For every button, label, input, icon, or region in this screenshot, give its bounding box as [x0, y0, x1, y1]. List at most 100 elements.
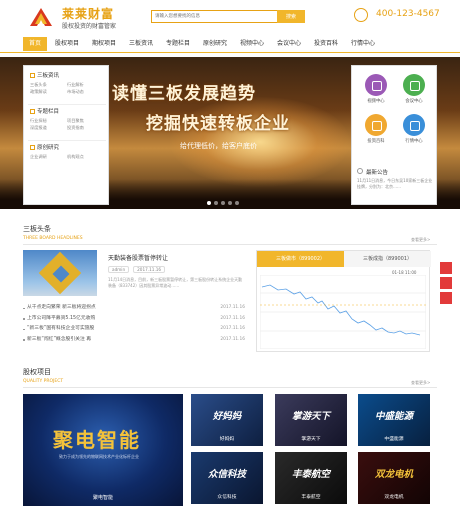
project-card[interactable]: 掌游天下 掌游天下: [275, 394, 347, 446]
divider: [28, 104, 106, 105]
nav-item-meetings[interactable]: 会议中心: [273, 37, 305, 51]
project-caption: 双龙电机: [384, 495, 404, 500]
project-card[interactable]: 众信科技 众信科技: [191, 452, 263, 504]
hotline-number: 400-123-4567: [376, 9, 440, 19]
category-link[interactable]: 深度报道: [30, 124, 67, 131]
category-title[interactable]: 三板资讯: [30, 72, 106, 81]
news-title[interactable]: 上市公司降平募资5.15亿元收购: [27, 314, 95, 325]
category-link[interactable]: 项目聚焦: [67, 117, 104, 124]
carousel-dot[interactable]: [228, 201, 232, 205]
project-card[interactable]: 双龙电机 双龙电机: [358, 452, 430, 504]
project-title: 丰泰航空: [291, 469, 330, 480]
project-slogan: 致力于成为领先的物联网技术产业化标杆企业: [59, 454, 139, 459]
category-link[interactable]: 投资指南: [67, 124, 104, 131]
list-item[interactable]: 从千点走向繁荣 新三板将迎拐点 2017.11.16: [23, 303, 245, 314]
logo-icon: [30, 8, 52, 26]
feature-summary: 11月14日消息，目前，新三板股票暂停转让，第三板股份转让系统企业天勤装备（83…: [108, 277, 243, 288]
nav-item-market[interactable]: 行情中心: [347, 37, 379, 51]
side-phone-button[interactable]: [440, 292, 452, 304]
category-title-text[interactable]: 原创研究: [37, 145, 59, 151]
logo-title[interactable]: 莱莱财富: [62, 5, 114, 22]
nav-item-news[interactable]: 三板资讯: [125, 37, 157, 51]
project-caption: 掌游天下: [301, 437, 321, 442]
category-link[interactable]: 三板头条: [30, 81, 67, 88]
project-caption[interactable]: 聚电智能: [23, 494, 183, 501]
chart-icon: [403, 114, 425, 136]
side-chat-button[interactable]: [440, 277, 452, 289]
nav-item-wiki[interactable]: 投资百科: [310, 37, 342, 51]
news-title[interactable]: 从千点走向繁荣 新三板将迎拐点: [27, 303, 96, 314]
divider: [23, 244, 437, 245]
tab-market-making-index[interactable]: 三板做市（899002）: [257, 251, 344, 267]
carousel-dot[interactable]: [235, 201, 239, 205]
feature-thumbnail[interactable]: [23, 250, 97, 296]
list-item[interactable]: “新三板”国有科技企业可实施股 2017.11.16: [23, 324, 245, 335]
news-title[interactable]: “新三板”国有科技企业可实施股: [27, 324, 94, 335]
carousel-dot[interactable]: [214, 201, 218, 205]
nav-item-research[interactable]: 原创研究: [199, 37, 231, 51]
feature-title[interactable]: 天勤装备股票暂停转让: [108, 253, 168, 262]
phone-icon: [354, 8, 368, 22]
nav-item-equity[interactable]: 股权项目: [51, 37, 83, 51]
nav-item-topics[interactable]: 专题栏目: [162, 37, 194, 51]
section-subtitle-projects: QUALITY PROJECT: [23, 379, 64, 384]
project-card[interactable]: 丰泰航空 丰泰航空: [275, 452, 347, 504]
category-link[interactable]: 机构观点: [67, 153, 104, 160]
project-title: 好妈妈: [212, 411, 242, 422]
news-list: 从千点走向繁荣 新三板将迎拐点 2017.11.16 上市公司降平募资5.15亿元…: [23, 303, 245, 345]
banner-tagline: 给代理低价，给客户底价: [180, 142, 257, 150]
quick-link-wiki[interactable]: 投资百科: [358, 114, 394, 144]
news-date: 2017.11.16: [220, 336, 245, 342]
more-link-projects[interactable]: 查看更多>: [411, 380, 430, 386]
category-link[interactable]: 企业调研: [30, 153, 67, 160]
author-tag: admin: [108, 266, 130, 273]
quick-link-video[interactable]: 视频中心: [358, 74, 394, 104]
category-link[interactable]: 行业解析: [67, 81, 104, 88]
category-title[interactable]: 原创研究: [30, 144, 106, 153]
side-qq-button[interactable]: [440, 262, 452, 274]
project-title: 中盛能源: [374, 411, 413, 422]
search-input[interactable]: [151, 10, 277, 23]
carousel-dot[interactable]: [221, 201, 225, 205]
section-title-headlines: 三板头条: [23, 225, 51, 233]
project-caption: 众信科技: [217, 495, 237, 500]
feature-meta: admin 2017.11.16: [108, 266, 169, 273]
category-link[interactable]: 行业探秘: [30, 117, 67, 124]
category-link[interactable]: 市场动态: [67, 88, 104, 95]
nav-item-options[interactable]: 期权项目: [88, 37, 120, 51]
nav-item-home[interactable]: 首页: [23, 37, 47, 51]
news-title[interactable]: 新三板“闯红”概念股引关注 再: [27, 335, 91, 346]
category-title[interactable]: 专题栏目: [30, 108, 106, 117]
carousel-dot[interactable]: [207, 201, 211, 205]
news-date: 2017.11.16: [220, 315, 245, 321]
category-links: 企业调研 机构观点: [30, 153, 106, 160]
project-card-featured[interactable]: 聚电智能 致力于成为领先的物联网技术产业化标杆企业: [23, 394, 183, 506]
project-card[interactable]: 中盛能源 中盛能源: [358, 394, 430, 446]
video-icon: [365, 74, 387, 96]
category-group: 三板资讯 三板头条 行业解析政策解读 市场动态: [30, 72, 106, 95]
project-title: 双龙电机: [374, 469, 413, 480]
intraday-chart: [260, 275, 426, 349]
notice-text[interactable]: 11月11日消息，今日东吴10家新三板企业挂牌，分别为：北京……: [357, 178, 435, 190]
project-caption: 丰泰航空: [301, 495, 321, 500]
topic-icon: [30, 108, 35, 114]
divider: [28, 140, 106, 141]
nav-item-video[interactable]: 视频中心: [236, 37, 268, 51]
quick-link-market[interactable]: 行情中心: [396, 114, 432, 144]
category-link[interactable]: 政策解读: [30, 88, 67, 95]
quick-link-meetings[interactable]: 会议中心: [396, 74, 432, 104]
project-title: 聚电智能: [53, 428, 141, 452]
category-title-text[interactable]: 三板资讯: [37, 73, 59, 79]
search-button[interactable]: 搜索: [277, 10, 305, 23]
category-title-text[interactable]: 专题栏目: [37, 109, 59, 115]
tab-composite-index[interactable]: 三板成指（899001）: [344, 251, 431, 267]
quick-link-label: 视频中心: [367, 99, 385, 104]
list-item[interactable]: 上市公司降平募资5.15亿元收购 2017.11.16: [23, 314, 245, 325]
notice-title[interactable]: 最新公告: [366, 168, 388, 176]
more-link-headlines[interactable]: 查看更多>: [411, 237, 430, 243]
project-card[interactable]: 好妈妈 好妈妈: [191, 394, 263, 446]
meeting-icon: [403, 74, 425, 96]
list-item[interactable]: 新三板“闯红”概念股引关注 再 2017.11.16: [23, 335, 245, 346]
banner-headline-1: 读懂三板发展趋势: [112, 84, 256, 104]
notice-icon: [357, 168, 363, 174]
